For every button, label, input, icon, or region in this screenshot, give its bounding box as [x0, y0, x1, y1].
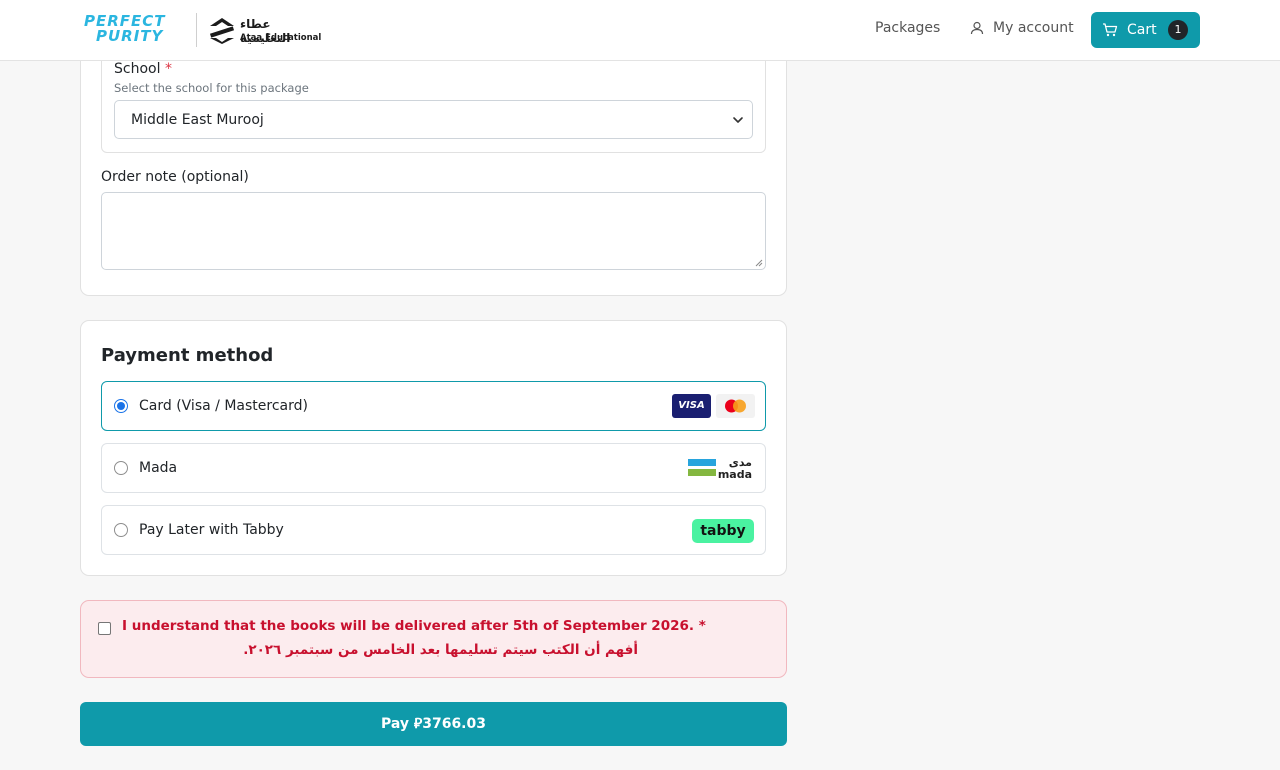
payment-option-tabby[interactable]: Pay Later with Tabby tabby [101, 505, 766, 555]
ataa-english-name: Ataa Educational [240, 33, 322, 43]
school-label: School * [114, 61, 172, 77]
chevron-down-icon [733, 117, 743, 123]
resize-handle-icon[interactable] [755, 259, 763, 267]
agreement-text-arabic: أفهم أن الكتب سيتم تسليمها بعد الخامس من… [243, 642, 638, 658]
nav-packages-link[interactable]: Packages [875, 20, 940, 36]
delivery-agreement-box: I understand that the books will be deli… [80, 600, 787, 678]
payment-option-label: Card (Visa / Mastercard) [139, 398, 308, 414]
payment-method-title: Payment method [101, 345, 274, 366]
mastercard-icon [716, 394, 755, 418]
nav-my-account-link[interactable]: My account [970, 20, 1074, 36]
logo-divider [196, 13, 197, 47]
visa-icon: VISA [672, 394, 711, 418]
school-selected-value: Middle East Murooj [131, 112, 264, 128]
tabby-icon: tabby [692, 519, 754, 543]
cart-button[interactable]: Cart 1 [1091, 12, 1200, 48]
perfect-purity-logo[interactable]: PERFECT PURITY [84, 14, 182, 46]
ataa-mark-icon [209, 18, 235, 44]
required-mark: * [164, 61, 172, 77]
payment-option-card[interactable]: Card (Visa / Mastercard) VISA [101, 381, 766, 431]
mada-english-text: mada [718, 468, 752, 481]
delivery-agreement-checkbox[interactable] [98, 622, 111, 635]
payment-radio-card[interactable] [114, 399, 128, 413]
cart-count-badge: 1 [1168, 20, 1188, 40]
payment-option-label: Pay Later with Tabby [139, 522, 284, 538]
shopping-cart-icon [1103, 23, 1118, 37]
payment-option-label: Mada [139, 460, 178, 476]
payment-radio-mada[interactable] [114, 461, 128, 475]
payment-method-card: Payment method Card (Visa / Mastercard) … [80, 320, 787, 576]
site-header: PERFECT PURITY عطاء التعليمية Ataa Educa… [0, 0, 1280, 61]
logo-line-2: PURITY [96, 27, 164, 45]
pay-button[interactable]: Pay ⃁3766.03 [80, 702, 787, 746]
ataa-educational-logo: عطاء التعليمية Ataa Educational [208, 14, 321, 46]
mada-icon: مدى mada [688, 455, 754, 481]
agreement-text-english: I understand that the books will be deli… [122, 618, 706, 634]
payment-option-mada[interactable]: Mada مدى mada [101, 443, 766, 493]
school-select[interactable]: Middle East Murooj [114, 100, 753, 139]
user-icon [970, 21, 984, 35]
cart-label: Cart [1127, 22, 1157, 38]
order-note-textarea[interactable] [101, 192, 766, 270]
my-account-label: My account [993, 20, 1074, 36]
order-note-label: Order note (optional) [101, 169, 249, 185]
payment-radio-tabby[interactable] [114, 523, 128, 537]
school-help-text: Select the school for this package [114, 81, 309, 95]
